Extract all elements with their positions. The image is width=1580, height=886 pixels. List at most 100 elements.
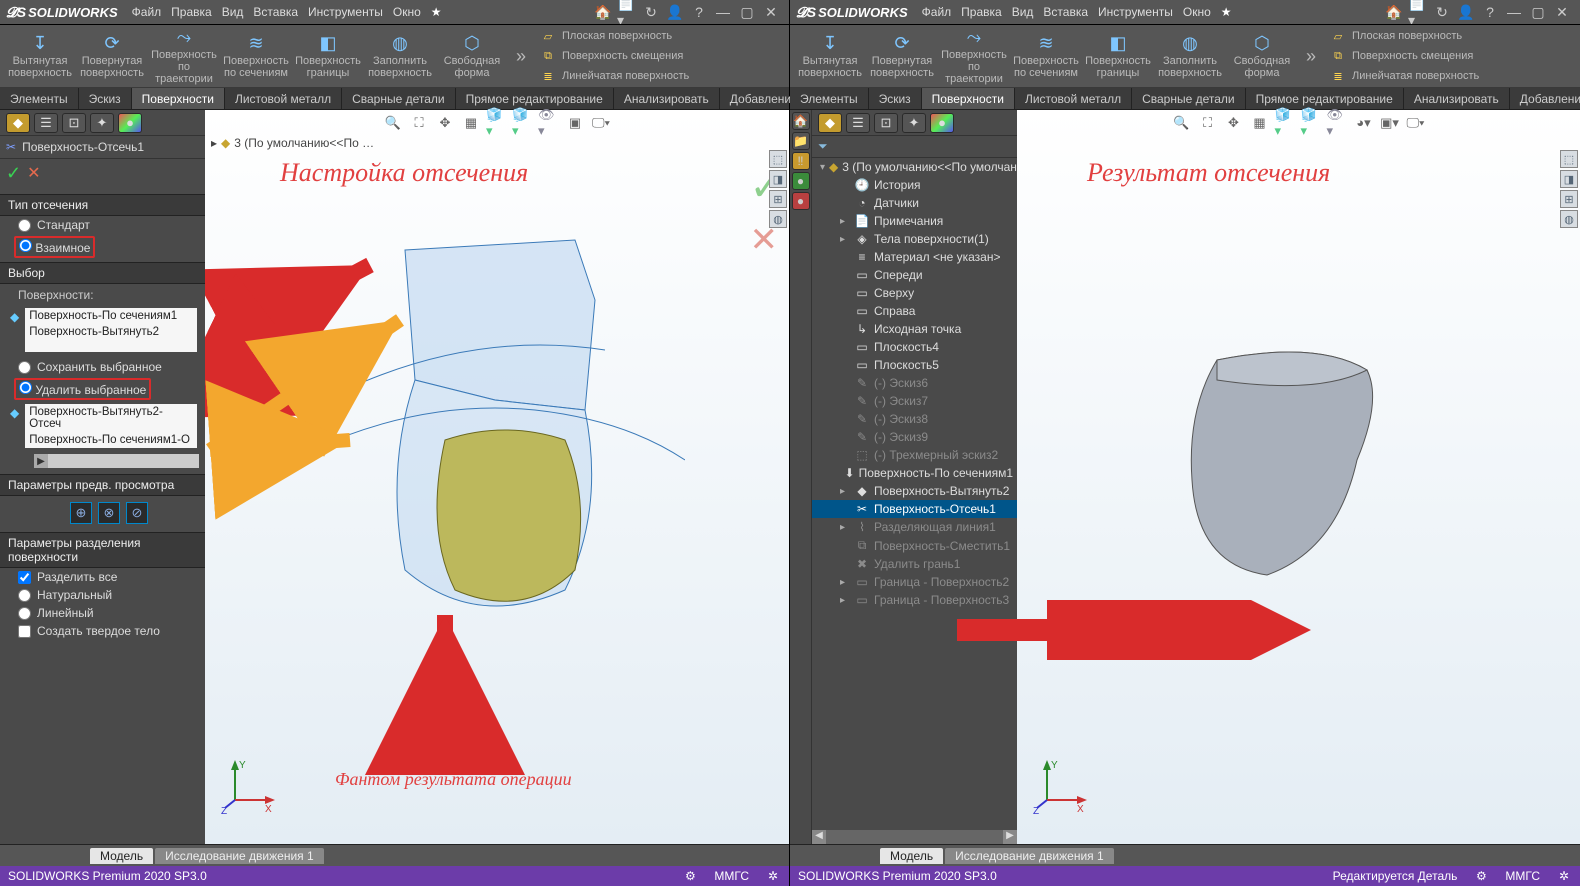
tab-surfaces[interactable]: Поверхности: [922, 88, 1015, 109]
refresh-icon[interactable]: ↻: [1432, 2, 1452, 22]
tab-surfaces[interactable]: Поверхности: [132, 88, 225, 109]
tree-item[interactable]: ▸📄Примечания: [812, 212, 1017, 230]
ribbon-boundary-surface[interactable]: ◧Поверхность границы: [1084, 27, 1152, 85]
ribbon-sweep-surface[interactable]: ⤳Поверхность по траектории: [940, 27, 1008, 85]
pm-chk-splitall[interactable]: Разделить все: [0, 568, 205, 586]
ribbon-freeform[interactable]: ⬡Свободная форма: [438, 27, 506, 85]
new-doc-icon[interactable]: 📄▾: [1408, 2, 1428, 22]
ss-warn-icon[interactable]: ‼: [792, 152, 810, 170]
tree-item[interactable]: ▭Плоскость5: [812, 356, 1017, 374]
pm-tab-config[interactable]: ✦: [90, 113, 114, 133]
tr-tab-list[interactable]: ☰: [846, 113, 870, 133]
pm-preview-icon1[interactable]: ⊕: [70, 502, 92, 524]
vp-vieworient-icon[interactable]: 🧊▾: [1275, 114, 1297, 132]
menu-tools[interactable]: Инструменты: [1098, 5, 1173, 19]
pm-radio-natural[interactable]: Натуральный: [0, 586, 205, 604]
tab-addins[interactable]: Добавления SO…: [1510, 88, 1580, 109]
tree-item[interactable]: ✎(-) Эскиз6: [812, 374, 1017, 392]
tree-item[interactable]: ▸◆Поверхность-Вытянуть2: [812, 482, 1017, 500]
ribbon-extrude-surface[interactable]: ↧Вытянутая поверхность: [6, 27, 74, 85]
menu-window[interactable]: Окно: [1183, 5, 1211, 19]
menu-file[interactable]: Файл: [922, 5, 952, 19]
tab-sheetmetal[interactable]: Листовой металл: [225, 88, 342, 109]
tree-item[interactable]: ⬇Поверхность-По сечениям1: [812, 464, 1017, 482]
vp-rail-icon4[interactable]: ◍: [769, 210, 787, 228]
ribbon-ruled-surface[interactable]: ≣Линейчатая поверхность: [540, 67, 689, 85]
pm-radio-linear[interactable]: Линейный: [0, 604, 205, 622]
ribbon-freeform[interactable]: ⬡Свободная форма: [1228, 27, 1296, 85]
vp-rail-icon1[interactable]: ⬚: [1560, 150, 1578, 168]
pm-tab-appearance[interactable]: ●: [118, 113, 142, 133]
tr-tab-tree[interactable]: ◆: [818, 113, 842, 133]
ribbon-boundary-surface[interactable]: ◧Поверхность границы: [294, 27, 362, 85]
minimize-icon[interactable]: —: [713, 2, 733, 22]
tab-sketch[interactable]: Эскиз: [869, 88, 922, 109]
ribbon-offset-surface[interactable]: ⧉Поверхность смещения: [540, 47, 689, 65]
vp-rail-icon1[interactable]: ⬚: [769, 150, 787, 168]
tree-item[interactable]: ▭Спереди: [812, 266, 1017, 284]
pm-preview-icon3[interactable]: ⊘: [126, 502, 148, 524]
tree-item[interactable]: ◔Датчики: [812, 194, 1017, 212]
ss-home-icon[interactable]: 🏠: [792, 112, 810, 130]
vp-scene-icon[interactable]: ▣▾: [1379, 114, 1401, 132]
tr-tab-appearance[interactable]: ●: [930, 113, 954, 133]
ribbon-loft-surface[interactable]: ≋Поверхность по сечениям: [222, 27, 290, 85]
menu-edit[interactable]: Правка: [961, 5, 1002, 19]
vp-rail-icon4[interactable]: ◍: [1560, 210, 1578, 228]
pm-pieces-scrollbar[interactable]: ◀▶: [34, 454, 199, 468]
viewport-right[interactable]: 🔍 ⛶ ✥ ▦ 🧊▾ 🧊▾ 👁▾ ◕▾ ▣▾ 🖵▾ Результат отсе…: [1017, 110, 1580, 844]
tab-analyze[interactable]: Анализировать: [614, 88, 720, 109]
ss-folder-icon[interactable]: 📁: [792, 132, 810, 150]
menu-star-icon[interactable]: ★: [1221, 5, 1232, 19]
tree-item[interactable]: ⧉Поверхность-Сместить1: [812, 536, 1017, 555]
tree-item[interactable]: ✎(-) Эскиз9: [812, 428, 1017, 446]
user-icon[interactable]: 👤: [1456, 2, 1476, 22]
vp-zoom-icon[interactable]: 🔍: [1171, 114, 1193, 132]
pm-chk-solid[interactable]: Создать твердое тело: [0, 622, 205, 640]
vp-rail-icon3[interactable]: ⊞: [1560, 190, 1578, 208]
pm-tab-featuretree[interactable]: ◆: [6, 113, 30, 133]
pm-ok-button[interactable]: ✓: [6, 163, 21, 184]
vp-hide-icon[interactable]: 👁▾: [1327, 114, 1349, 132]
tree-item[interactable]: ≡Материал <не указан>: [812, 248, 1017, 266]
menu-star-icon[interactable]: ★: [431, 5, 442, 19]
tree-item[interactable]: ▭Справа: [812, 302, 1017, 320]
minimize-icon[interactable]: —: [1504, 2, 1524, 22]
tree-item[interactable]: ✂Поверхность-Отсечь1: [812, 500, 1017, 518]
ribbon-fill-surface[interactable]: ◍Заполнить поверхность: [1156, 27, 1224, 85]
status-icon[interactable]: ⚙: [682, 868, 698, 884]
pm-radio-remove[interactable]: Удалить выбранное: [14, 378, 151, 400]
status-icon[interactable]: ⚙: [1473, 868, 1489, 884]
tr-tab-config[interactable]: ✦: [902, 113, 926, 133]
vp-section-icon[interactable]: ▦: [1249, 114, 1271, 132]
tab-sketch[interactable]: Эскиз: [79, 88, 132, 109]
ss-red-icon[interactable]: ●: [792, 192, 810, 210]
help-icon[interactable]: ?: [689, 2, 709, 22]
new-doc-icon[interactable]: 📄▾: [617, 2, 637, 22]
btab-model[interactable]: Модель: [90, 848, 153, 864]
home-icon[interactable]: 🏠: [1384, 2, 1404, 22]
menu-tools[interactable]: Инструменты: [308, 5, 383, 19]
tree-item[interactable]: ▸◈Тела поверхности(1): [812, 230, 1017, 248]
tree-item[interactable]: ▸⌇Разделяющая линия1: [812, 518, 1017, 536]
close-icon[interactable]: ✕: [761, 2, 781, 22]
vp-appear-icon[interactable]: ◕▾: [1353, 114, 1375, 132]
vp-monitor-icon[interactable]: 🖵▾: [1405, 114, 1427, 132]
tree-item[interactable]: ✎(-) Эскиз8: [812, 410, 1017, 428]
vp-lasso-icon[interactable]: ✥: [1223, 114, 1245, 132]
help-icon[interactable]: ?: [1480, 2, 1500, 22]
menu-view[interactable]: Вид: [1012, 5, 1034, 19]
btab-model[interactable]: Модель: [880, 848, 943, 864]
tree-root[interactable]: ▾◆3 (По умолчанию<<По умолчани: [812, 158, 1017, 176]
menu-window[interactable]: Окно: [393, 5, 421, 19]
ribbon-overflow-icon[interactable]: »: [510, 46, 532, 67]
ribbon-planar-surface[interactable]: ▱Плоская поверхность: [1330, 27, 1479, 45]
tree-filter[interactable]: ⏷: [812, 136, 1017, 158]
btab-motion[interactable]: Исследование движения 1: [945, 848, 1114, 864]
pm-cancel-button[interactable]: ✕: [27, 163, 40, 184]
menu-edit[interactable]: Правка: [171, 5, 212, 19]
tree-item[interactable]: ⬚(-) Трехмерный эскиз2: [812, 446, 1017, 464]
tab-weldments[interactable]: Сварные детали: [1132, 88, 1246, 109]
tree-item[interactable]: 🕘История: [812, 176, 1017, 194]
tab-features[interactable]: Элементы: [0, 88, 79, 109]
